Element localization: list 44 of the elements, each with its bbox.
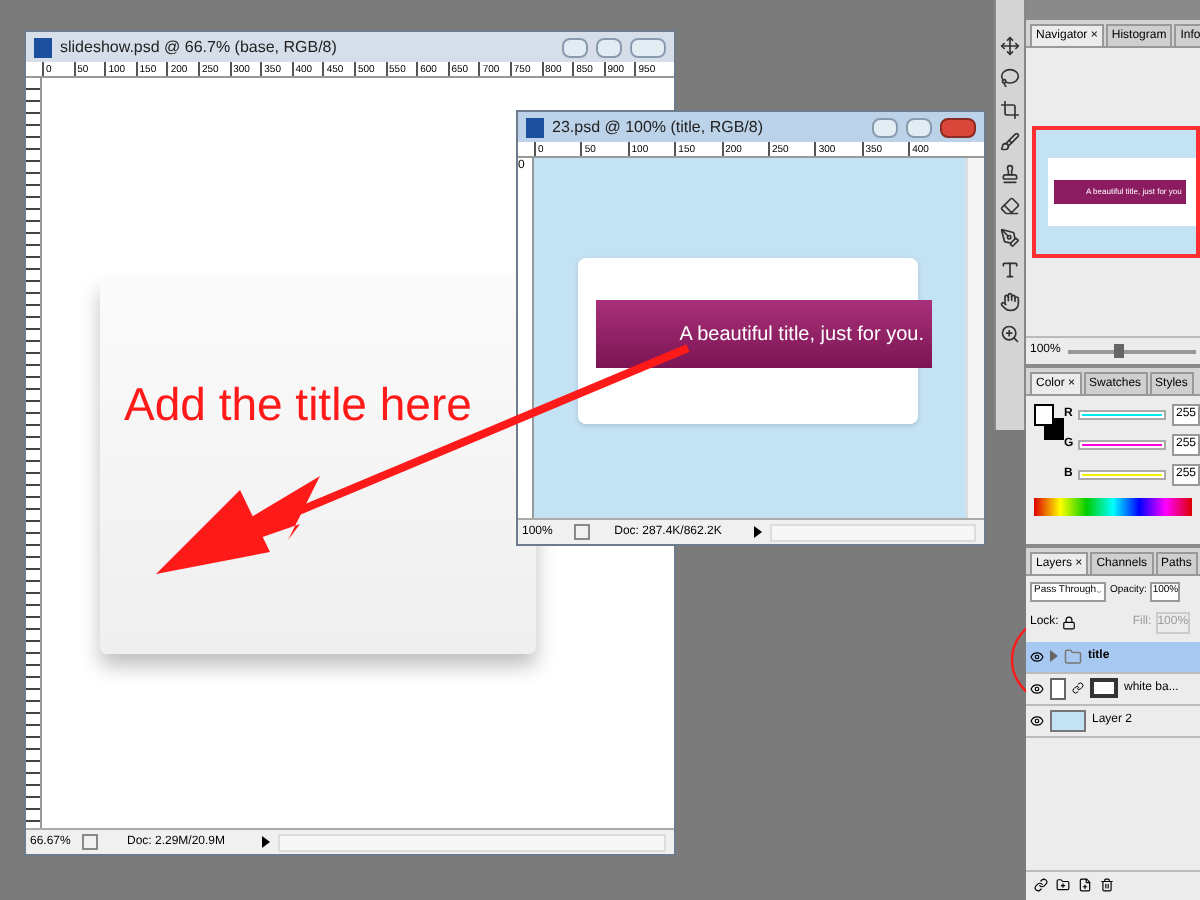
banner-text: A beautiful title, just for you.	[679, 321, 924, 349]
annotation-text: Add the title here	[124, 382, 472, 428]
slider-thumb[interactable]	[1113, 343, 1124, 357]
mask-thumbnail	[1090, 678, 1118, 698]
window-title: slideshow.psd @ 66.7% (base, RGB/8)	[60, 35, 339, 59]
channel-slider[interactable]	[1077, 410, 1166, 420]
horizontal-scrollbar[interactable]	[770, 523, 976, 541]
lock-icon[interactable]	[1062, 615, 1077, 629]
tool-icon[interactable]	[1000, 196, 1020, 216]
status-menu-arrow-icon[interactable]	[262, 836, 270, 848]
tool-icon[interactable]	[1000, 164, 1020, 184]
close-button[interactable]	[940, 117, 976, 137]
color-swatches[interactable]	[1034, 404, 1060, 442]
visibility-icon[interactable]	[1030, 649, 1044, 663]
expand-triangle-icon[interactable]	[1050, 650, 1058, 662]
horizontal-scrollbar[interactable]	[278, 833, 666, 851]
link-icon[interactable]	[1034, 878, 1048, 892]
new-group-icon[interactable]	[1056, 878, 1070, 892]
new-layer-icon[interactable]	[1078, 878, 1092, 892]
tool-icon[interactable]	[1000, 228, 1020, 248]
tool-icon[interactable]	[1000, 36, 1020, 56]
status-icon	[574, 524, 590, 540]
channel-slider[interactable]	[1077, 440, 1166, 450]
tool-icon[interactable]	[1000, 132, 1020, 152]
app-icon	[526, 117, 544, 137]
vertical-scrollbar[interactable]	[966, 158, 984, 518]
channel-slider[interactable]	[1077, 470, 1166, 480]
layer-thumbnail	[1050, 677, 1066, 699]
status-icon	[82, 834, 98, 850]
layer-thumbnail	[1050, 709, 1086, 731]
tool-icon[interactable]	[1000, 292, 1020, 312]
tool-icon[interactable]	[1000, 68, 1020, 88]
visibility-icon[interactable]	[1030, 713, 1044, 727]
app-icon	[34, 37, 52, 57]
link-icon	[1072, 682, 1084, 694]
status-menu-arrow-icon[interactable]	[754, 526, 762, 538]
visibility-icon[interactable]	[1030, 681, 1044, 695]
tool-icon[interactable]	[1000, 324, 1020, 344]
folder-icon	[1064, 647, 1082, 665]
trash-icon[interactable]	[1100, 878, 1114, 892]
window-title: 23.psd @ 100% (title, RGB/8)	[552, 115, 765, 139]
tool-icon[interactable]	[1000, 260, 1020, 280]
color-spectrum[interactable]	[1034, 498, 1192, 516]
tool-icon[interactable]	[1000, 100, 1020, 120]
